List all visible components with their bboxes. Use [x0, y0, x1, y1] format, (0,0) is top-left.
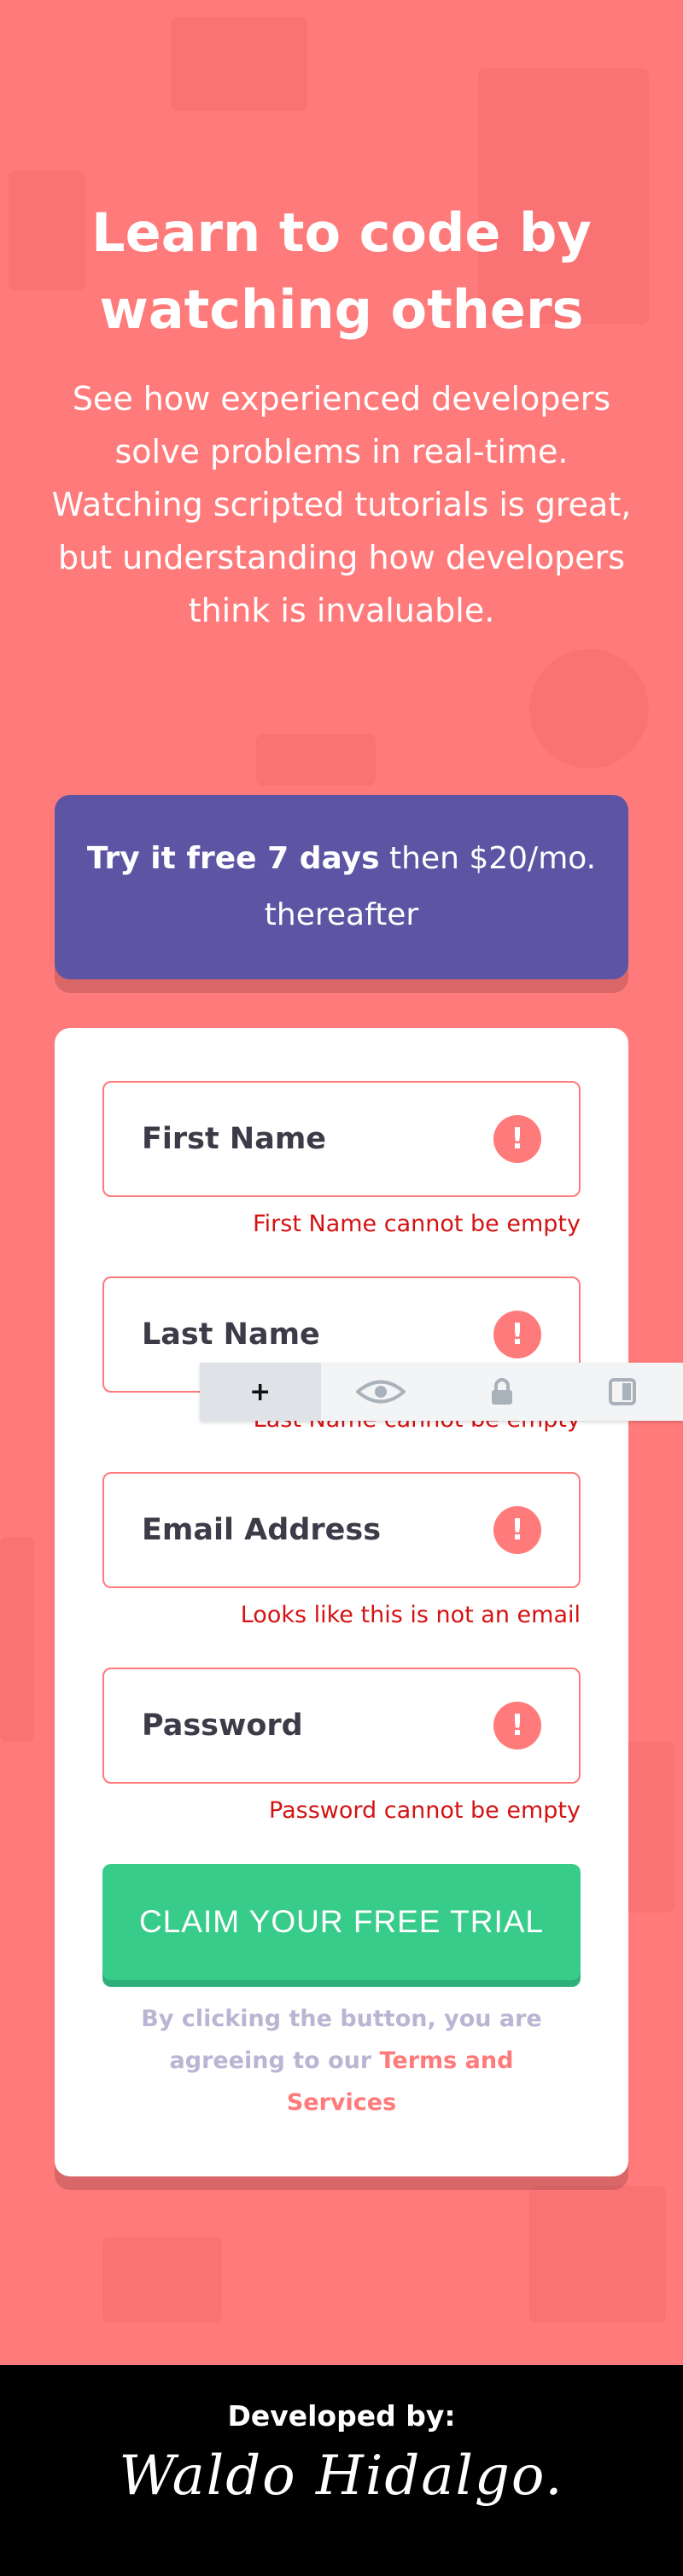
- claim-free-trial-button[interactable]: CLAIM YOUR FREE TRIAL: [102, 1864, 581, 1980]
- developer-signature: Waldo Hidalgo.: [119, 2445, 564, 2508]
- trial-banner: Try it free 7 days then $20/mo. thereaft…: [55, 795, 628, 979]
- error-icon: !: [493, 1506, 541, 1554]
- plus-icon[interactable]: +: [200, 1363, 321, 1421]
- page-title: Learn to code by watching others: [91, 202, 592, 341]
- terms-notice: By clicking the button, you are agreeing…: [140, 1998, 543, 2123]
- first-name-placeholder: First Name: [142, 1122, 327, 1156]
- email-placeholder: Email Address: [142, 1513, 382, 1547]
- contrast-icon[interactable]: [563, 1363, 683, 1421]
- last-name-placeholder: Last Name: [142, 1317, 320, 1352]
- footer: Developed by: Waldo Hidalgo.: [0, 2365, 683, 2576]
- signup-form: First Name ! First Name cannot be empty …: [55, 1028, 628, 2176]
- hero-description: See how experienced developers solve pro…: [51, 380, 632, 629]
- trial-banner-highlight: Try it free 7 days: [86, 841, 380, 876]
- developed-by-label: Developed by:: [227, 2399, 456, 2433]
- first-name-error: First Name cannot be empty: [253, 1211, 581, 1237]
- eye-icon-svg: [356, 1380, 406, 1404]
- password-field[interactable]: Password !: [102, 1668, 581, 1784]
- contrast-icon-svg: [609, 1378, 637, 1405]
- email-error: Looks like this is not an email: [240, 1602, 581, 1628]
- eye-icon[interactable]: [321, 1363, 442, 1421]
- first-name-field[interactable]: First Name !: [102, 1081, 581, 1197]
- email-field[interactable]: Email Address !: [102, 1472, 581, 1588]
- floating-toolbar: +: [200, 1363, 683, 1421]
- password-error: Password cannot be empty: [269, 1797, 581, 1824]
- error-icon: !: [493, 1311, 541, 1358]
- error-icon: !: [493, 1115, 541, 1163]
- lock-icon-svg: [491, 1378, 512, 1405]
- password-placeholder: Password: [142, 1709, 303, 1743]
- lock-icon[interactable]: [441, 1363, 563, 1421]
- hero-section: Learn to code by watching others See how…: [0, 0, 683, 637]
- error-icon: !: [493, 1702, 541, 1749]
